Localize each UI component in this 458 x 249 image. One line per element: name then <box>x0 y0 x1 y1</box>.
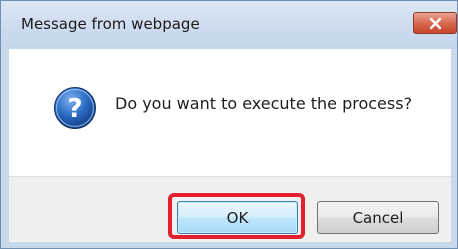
dialog-title: Message from webpage <box>21 15 200 33</box>
question-icon: ? <box>54 87 96 129</box>
dialog-titlebar[interactable]: Message from webpage <box>1 1 457 49</box>
cancel-button[interactable]: Cancel <box>317 201 439 234</box>
svg-text:?: ? <box>67 94 82 124</box>
dialog-message: Do you want to execute the process? <box>115 94 413 113</box>
dialog-content: ? Do you want to execute the process? <box>9 49 451 176</box>
close-button[interactable] <box>413 12 457 34</box>
dialog-footer: OK Cancel <box>9 176 451 242</box>
message-dialog: Message from webpage ? Do you want to ex… <box>0 0 458 249</box>
ok-button[interactable]: OK <box>177 201 298 234</box>
close-icon <box>429 17 442 30</box>
